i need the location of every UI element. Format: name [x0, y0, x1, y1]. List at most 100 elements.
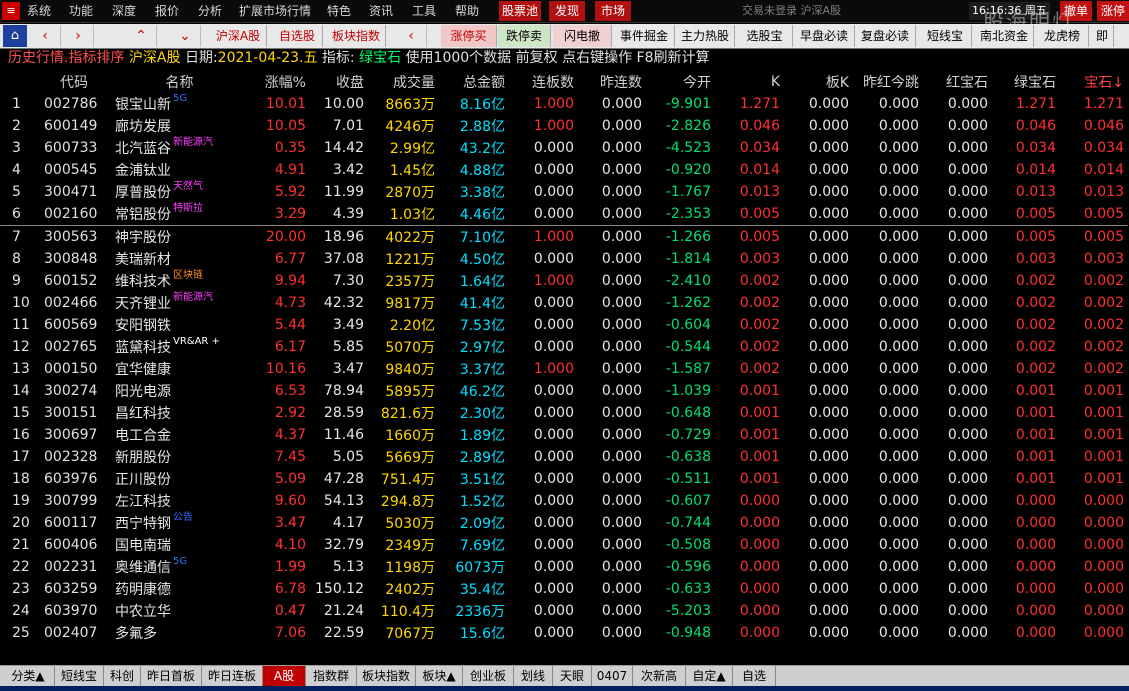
toolbar-flash-cancel[interactable]: 闪电撤	[553, 25, 612, 47]
bottom-tab-3[interactable]: 昨日首板	[141, 666, 202, 686]
toolbar-sector-index[interactable]: 板块指数	[327, 25, 386, 47]
app-logo-icon[interactable]: ≡	[2, 2, 20, 20]
chevron-left-icon[interactable]: ‹	[30, 25, 61, 47]
column-header-volume[interactable]: 成交量	[368, 71, 439, 93]
table-row[interactable]: 3 600733 北汽蓝谷 新能源汽 0.35 14.42 2.99亿 43.2亿 0.000 0…	[0, 137, 1128, 159]
table-row[interactable]: 14 300274 阳光电源 6.53 78.94 5895万 46.2亿 0.000 0.00…	[0, 380, 1128, 402]
bottom-tab-2[interactable]: 科创	[104, 666, 141, 686]
bottom-tab-12[interactable]: 0407	[592, 666, 633, 686]
column-header-amount[interactable]: 总金额	[439, 71, 509, 93]
column-header-ruby[interactable]: 红宝石	[923, 71, 992, 93]
tab-stock-pool[interactable]: 股票池	[499, 1, 541, 21]
bottom-tab-11[interactable]: 天眼	[553, 666, 592, 686]
column-header-board-k[interactable]: 板K	[784, 71, 853, 93]
table-row[interactable]: 2 600149 廊坊发展 10.05 7.01 4246万 2.88亿 1.000 0.000…	[0, 115, 1128, 137]
table-row[interactable]: 22 002231 奥维通信 5G 1.99 5.13 1198万 6073万 0.000 0.0…	[0, 556, 1128, 578]
column-header-code[interactable]: 代码	[40, 71, 112, 93]
tab-discover[interactable]: 发现	[549, 1, 585, 21]
bottom-tab-13[interactable]: 次新高	[633, 666, 686, 686]
toolbar-watchlist[interactable]: 自选股	[272, 25, 323, 47]
chevron-left-icon[interactable]: ‹	[396, 25, 427, 47]
tab-market[interactable]: 市场	[595, 1, 631, 21]
table-row[interactable]: 23 603259 药明康德 6.78 150.12 2402万 35.4亿 0.000 0.0…	[0, 578, 1128, 600]
table-row[interactable]: 13 000150 宜华健康 10.16 3.47 9840万 3.37亿 1.000 0.00…	[0, 358, 1128, 380]
menu-item-feature[interactable]: 特色	[327, 0, 351, 22]
menu-item-news[interactable]: 资讯	[369, 0, 393, 22]
view-title: 历史行情.指标排序	[8, 50, 125, 66]
cell-name: 国电南瑞	[112, 534, 251, 556]
toolbar-north-south-funds[interactable]: 南北资金	[975, 25, 1034, 47]
column-header-close[interactable]: 收盘	[310, 71, 368, 93]
limit-up-button[interactable]: 涨停	[1097, 1, 1129, 21]
column-header-emerald[interactable]: 绿宝石	[992, 71, 1060, 93]
table-row[interactable]: 1 002786 银宝山新 5G 10.01 10.00 8663万 8.16亿 1.000 0.…	[0, 93, 1128, 115]
toolbar-review-read[interactable]: 复盘必读	[855, 25, 916, 47]
menu-item-quote[interactable]: 报价	[155, 0, 179, 22]
table-row[interactable]: 16 300697 电工合金 4.37 11.46 1660万 1.89亿 0.000 0.00…	[0, 424, 1128, 446]
column-header-red-jump[interactable]: 昨红今跳	[853, 71, 923, 93]
menu-item-analysis[interactable]: 分析	[198, 0, 222, 22]
bottom-tab-4[interactable]: 昨日连板	[202, 666, 263, 686]
column-header-prev-streak[interactable]: 昨连数	[578, 71, 646, 93]
column-header-change-pct[interactable]: 涨幅%	[251, 71, 310, 93]
toolbar-morning-read[interactable]: 早盘必读	[794, 25, 855, 47]
bottom-tab-10[interactable]: 划线	[514, 666, 553, 686]
toolbar-hot-stocks[interactable]: 主力热股	[676, 25, 735, 47]
table-row[interactable]: 15 300151 昌红科技 2.92 28.59 821.6万 2.30亿 0.000 0.0…	[0, 402, 1128, 424]
bottom-tab-9[interactable]: 创业板	[463, 666, 514, 686]
column-header-limit-up-streak[interactable]: 连板数	[509, 71, 578, 93]
home-icon[interactable]: ⌂	[3, 25, 27, 47]
table-row[interactable]: 9 600152 维科技术 区块链 9.94 7.30 2357万 1.64亿 1.000 0.0…	[0, 270, 1128, 292]
table-row[interactable]: 6 002160 常铝股份 特斯拉 3.29 4.39 1.03亿 4.46亿 0.000 0.0…	[0, 203, 1128, 226]
menu-item-function[interactable]: 功能	[69, 0, 93, 22]
menu-item-depth[interactable]: 深度	[112, 0, 136, 22]
bottom-tab-1[interactable]: 短线宝	[55, 666, 104, 686]
column-header-open[interactable]: 今开	[646, 71, 715, 93]
toolbar-event-mining[interactable]: 事件掘金	[614, 25, 675, 47]
table-row[interactable]: 4 000545 金浦钛业 4.91 3.42 1.45亿 4.88亿 0.000 0.000 -…	[0, 159, 1128, 181]
menu-item-extended-market[interactable]: 扩展市场行情	[239, 0, 311, 22]
toolbar-limit-down-sell[interactable]: 跌停卖	[498, 25, 551, 47]
toolbar-more[interactable]: 即	[1091, 25, 1114, 47]
table-row[interactable]: 17 002328 新朋股份 7.45 5.05 5669万 2.89亿 0.000 0.000…	[0, 446, 1128, 468]
column-header-name[interactable]: 名称	[112, 71, 251, 93]
table-row[interactable]: 7 300563 神宇股份 20.00 18.96 4022万 7.10亿 1.000 0.00…	[0, 225, 1128, 248]
bottom-tab-14[interactable]: 自定▲	[686, 666, 733, 686]
toolbar-short-term[interactable]: 短线宝	[919, 25, 972, 47]
table-row[interactable]: 20 600117 西宁特钢 公告 3.47 4.17 5030万 2.09亿 0.000 0.0…	[0, 512, 1128, 534]
column-header-gem[interactable]: 宝石↓	[1060, 71, 1128, 93]
table-row[interactable]: 19 300799 左江科技 9.60 54.13 294.8万 1.52亿 0.000 0.0…	[0, 490, 1128, 512]
table-row[interactable]: 25 002407 多氟多 7.06 22.59 7067万 15.6亿 0.000 0.000…	[0, 622, 1128, 644]
bottom-tab-6[interactable]: 指数群	[306, 666, 357, 686]
table-row[interactable]: 24 603970 中农立华 0.47 21.24 110.4万 2336万 0.000 0.0…	[0, 600, 1128, 622]
menu-item-tools[interactable]: 工具	[412, 0, 436, 22]
cell-name: 金浦钛业	[112, 159, 251, 181]
bottom-tab-5[interactable]: A股	[263, 666, 306, 686]
cell-prev-streak: 0.000	[601, 559, 642, 575]
table-row[interactable]: 8 300848 美瑞新材 6.77 37.08 1221万 4.50亿 0.000 0.000…	[0, 248, 1128, 270]
table-row[interactable]: 21 600406 国电南瑞 4.10 32.79 2349万 7.69亿 0.000 0.00…	[0, 534, 1128, 556]
table-row[interactable]: 11 600569 安阳钢铁 5.44 3.49 2.20亿 7.53亿 0.000 0.000…	[0, 314, 1128, 336]
bottom-tab-15[interactable]: 自选	[733, 666, 776, 686]
menu-item-system[interactable]: 系统	[27, 0, 51, 22]
chevron-down-icon[interactable]: ⌄	[170, 25, 201, 47]
toolbar-shanghai-shenzhen-a[interactable]: 沪深A股	[210, 25, 267, 47]
toolbar-stock-picker[interactable]: 选股宝	[737, 25, 793, 47]
chevron-up-icon[interactable]: ⌃	[126, 25, 157, 47]
toolbar-limit-up-buy[interactable]: 涨停买	[441, 25, 497, 47]
bottom-tab-8[interactable]: 板块▲	[416, 666, 463, 686]
table-row[interactable]: 18 603976 正川股份 5.09 47.28 751.4万 3.51亿 0.000 0.0…	[0, 468, 1128, 490]
chevron-right-icon[interactable]: ›	[63, 25, 94, 47]
cell-ruby: 0.000	[947, 471, 988, 487]
menu-item-help[interactable]: 帮助	[455, 0, 479, 22]
cell-board-k: 0.000	[784, 225, 853, 248]
cell-open: -0.744	[665, 515, 711, 531]
column-header-k[interactable]: K	[715, 71, 784, 93]
toolbar-dragon-tiger[interactable]: 龙虎榜	[1036, 25, 1089, 47]
bottom-tab-7[interactable]: 板块指数	[357, 666, 416, 686]
table-row[interactable]: 10 002466 天齐锂业 新能源汽 4.73 42.32 9817万 41.4亿 0.000…	[0, 292, 1128, 314]
bottom-tab-0[interactable]: 分类▲	[2, 666, 55, 686]
cell-emerald: 0.000	[1015, 537, 1056, 553]
table-row[interactable]: 12 002765 蓝黛科技 VR&AR + 6.17 5.85 5070万 2.97亿 0.0…	[0, 336, 1128, 358]
table-row[interactable]: 5 300471 厚普股份 天然气 5.92 11.99 2870万 3.38亿 0.000 0.…	[0, 181, 1128, 203]
